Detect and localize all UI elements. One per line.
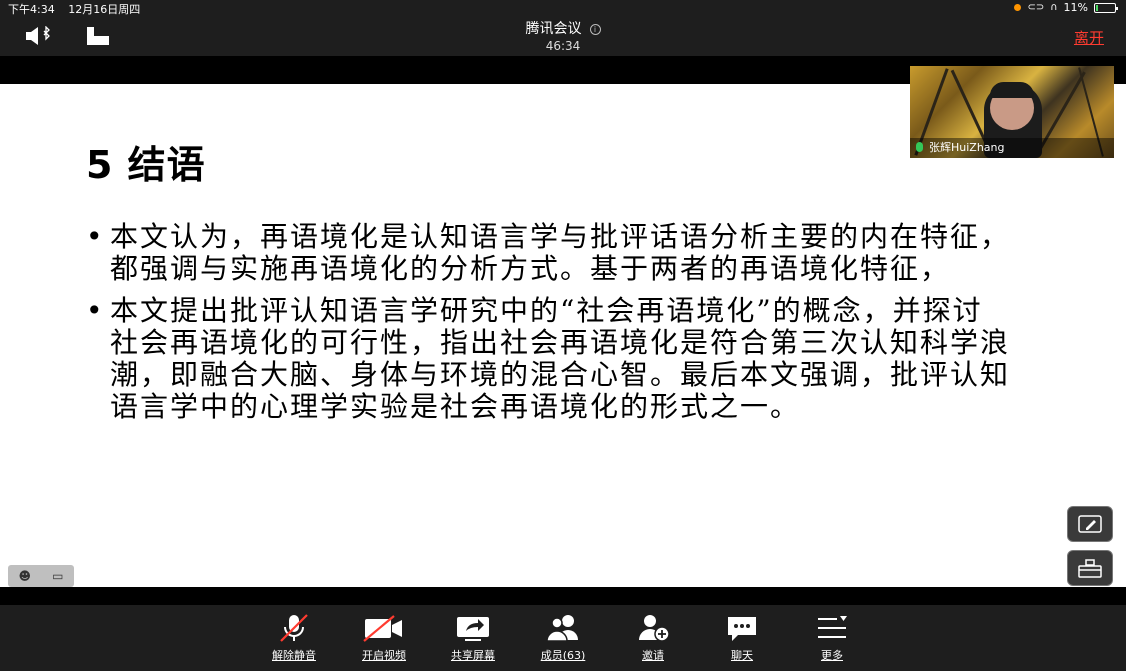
participant-video[interactable]: 张辉HuiZhang <box>910 66 1114 158</box>
slide-bullets: 本文认为，再语境化是认知语言学与批评话语分析主要的内在特征，都强调与实施再语境化… <box>86 221 1011 433</box>
chat-icon <box>728 617 756 641</box>
mic-muted-icon <box>280 614 308 642</box>
pen-edit-icon <box>1078 515 1102 533</box>
switch-view-button[interactable] <box>1067 550 1113 586</box>
members-button[interactable]: 成员(63) <box>528 613 598 663</box>
meeting-timer: 46:34 <box>545 39 581 53</box>
recording-dot-icon <box>1014 4 1022 11</box>
status-bar: 下午4:34 12月16日周四 ⊂⊃ ∩ 11% <box>0 0 1126 16</box>
invite-button[interactable]: 邀请 <box>618 613 688 663</box>
unmute-button[interactable]: 解除静音 <box>259 613 329 663</box>
camera-off-icon <box>363 615 402 642</box>
more-button[interactable]: 更多 <box>797 613 867 663</box>
screen-switch-icon <box>1078 559 1102 578</box>
status-time: 下午4:34 <box>8 3 55 16</box>
info-icon[interactable]: i <box>589 24 601 35</box>
title-bar: 腾讯会议 i 46:34 离开 <box>0 16 1126 56</box>
headphones-icon: ∩ <box>1050 2 1058 13</box>
slide-bullet: 本文提出批评认知语言学研究中的“社会再语境化”的概念，并探讨社会再语境化的可行性… <box>86 295 1011 423</box>
shared-slide: 5 结语 本文认为，再语境化是认知语言学与批评话语分析主要的内在特征，都强调与实… <box>0 84 1126 587</box>
reaction-bar[interactable]: ☻ ▭ <box>8 565 74 587</box>
status-date: 12月16日周四 <box>68 3 141 16</box>
mic-active-icon <box>916 142 923 152</box>
slide-bullet: 本文认为，再语境化是认知语言学与批评话语分析主要的内在特征，都强调与实施再语境化… <box>86 221 1011 285</box>
link-icon: ⊂⊃ <box>1027 2 1045 13</box>
share-screen-icon <box>457 617 489 641</box>
add-user-icon <box>639 615 670 642</box>
chat-button[interactable]: 聊天 <box>707 613 777 663</box>
members-icon <box>546 615 578 642</box>
meeting-title: 腾讯会议 i <box>0 18 1126 38</box>
emoji-icon[interactable]: ☻ <box>19 569 32 583</box>
annotate-button[interactable] <box>1067 506 1113 542</box>
participant-name: 张辉HuiZhang <box>929 141 1005 154</box>
leave-button[interactable]: 离开 <box>1074 27 1104 48</box>
battery-icon <box>1094 2 1118 13</box>
bottom-toolbar: 解除静音 开启视频 共享屏幕 成员(63) 邀请 聊天 更多 <box>0 605 1126 671</box>
battery-percent: 11% <box>1063 1 1088 14</box>
more-menu-icon <box>818 616 847 638</box>
start-video-button[interactable]: 开启视频 <box>349 613 419 663</box>
slide-title: 5 结语 <box>86 143 206 187</box>
chat-bubble-icon[interactable]: ▭ <box>52 569 63 583</box>
share-screen-button[interactable]: 共享屏幕 <box>438 613 508 663</box>
